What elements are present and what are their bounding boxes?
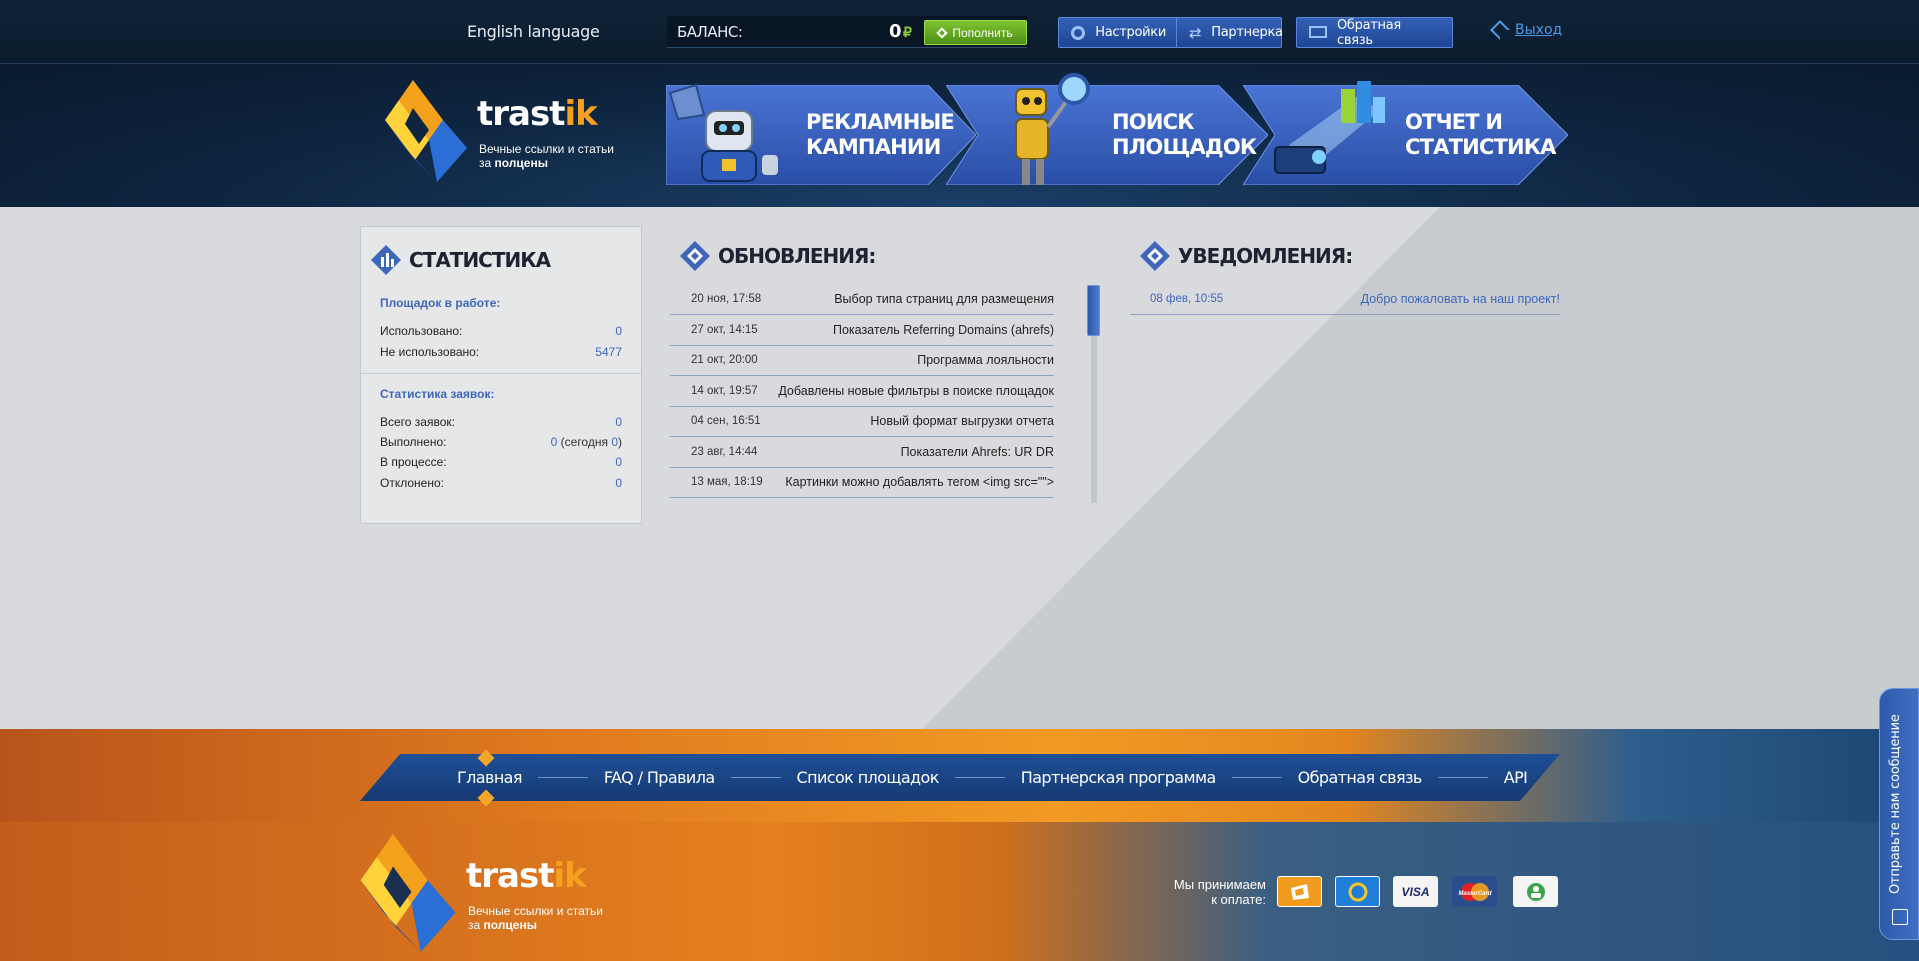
update-item[interactable]: 13 мая, 18:19 Картинки можно добавлять те…	[670, 467, 1054, 498]
nav-separator	[1437, 777, 1488, 778]
statistics-header: СТАТИСТИКА	[371, 245, 551, 275]
nav-separator	[730, 777, 781, 778]
update-item[interactable]: 23 авг, 14:44 Показатели Ahrefs: UR DR	[670, 437, 1054, 468]
updates-header: ОБНОВЛЕНИЯ:	[680, 241, 876, 271]
projector-chart-icon	[1274, 81, 1385, 174]
requests-subtitle: Статистика заявок:	[380, 387, 495, 401]
footer-logo[interactable]: trastik Вечные ссылки и статьи за полцен…	[360, 834, 603, 952]
feedback-button[interactable]: Обратная связь	[1296, 17, 1453, 48]
footer-link-partner[interactable]: Партнерская программа	[1021, 768, 1216, 787]
footer-logo-mark-icon	[360, 834, 456, 952]
update-item[interactable]: 27 окт, 14:15 Показатель Referring Domain…	[670, 315, 1054, 346]
nav-separator	[954, 777, 1005, 778]
topup-label: Пополнить	[952, 25, 1013, 40]
topup-button[interactable]: Пополнить	[924, 20, 1027, 45]
balance-label: БАЛАНС:	[677, 23, 743, 41]
visa-icon[interactable]: VISA	[1393, 876, 1438, 907]
feedback-side-tab[interactable]: Отправьте нам сообщение	[1879, 688, 1919, 940]
banner-site-search-text: ПОИСК ПЛОЩАДОК	[1112, 110, 1257, 159]
banner-site-search[interactable]: ПОИСК ПЛОЩАДОК	[946, 73, 1268, 185]
main-content: СТАТИСТИКА Площадок в работе: Использова…	[0, 207, 1919, 729]
logo[interactable]: trastik Вечные ссылки и статьи за полцен…	[385, 80, 614, 182]
banner-ad-campaigns-text: РЕКЛАМНЫЕ КАМПАНИИ	[806, 110, 955, 159]
updates-scrollbar-thumb[interactable]	[1087, 285, 1100, 336]
message-icon	[1892, 909, 1908, 925]
webmoney-icon[interactable]	[1513, 876, 1558, 907]
stat-total: Всего заявок: 0	[380, 415, 622, 429]
partner-button[interactable]: ⇄ Партнерка	[1176, 17, 1283, 48]
update-item[interactable]: 21 окт, 20:00 Программа лояльности	[670, 345, 1054, 376]
settings-button[interactable]: Настройки	[1058, 17, 1179, 48]
stat-done: Выполнено: 0 (сегодня 0)	[380, 435, 622, 449]
diamond-icon	[936, 26, 949, 39]
header: trastik Вечные ссылки и статьи за полцен…	[0, 64, 1919, 207]
sites-subtitle: Площадок в работе:	[380, 296, 501, 310]
logo-tagline: Вечные ссылки и статьи за полцены	[479, 142, 614, 170]
gear-icon	[1071, 25, 1085, 40]
yandex-money-icon[interactable]	[1277, 876, 1322, 907]
footer: Главная FAQ / Правила Список площадок Па…	[0, 729, 1919, 961]
divider	[361, 373, 641, 374]
footer-link-faq[interactable]: FAQ / Правила	[604, 768, 715, 787]
stat-used: Использовано: 0	[380, 324, 622, 338]
robot-megaphone-icon	[668, 83, 778, 182]
logout-link[interactable]: Выход	[1490, 20, 1563, 40]
feedback-label: Обратная связь	[1337, 17, 1401, 48]
language-switch[interactable]: English language	[467, 22, 600, 41]
payment-label: Мы принимаем к оплате:	[1173, 877, 1266, 907]
footer-link-home[interactable]: Главная	[457, 768, 523, 787]
stat-progress: В процессе: 0	[380, 455, 622, 469]
nav-separator	[537, 777, 588, 778]
footer-logo-text: trastik	[466, 856, 587, 896]
currency-sign: ₽	[903, 24, 912, 40]
update-item[interactable]: 20 ноя, 17:58 Выбор типа страниц для разм…	[670, 284, 1054, 315]
update-item[interactable]: 04 сен, 16:51 Новый формат выгрузки отчет…	[670, 406, 1054, 437]
updates-icon	[680, 241, 710, 271]
stat-unused: Не использовано: 5477	[380, 345, 622, 359]
banner-report-stats-text: ОТЧЕТ И СТАТИСТИКА	[1405, 110, 1556, 159]
feedback-tab-label: Отправьте нам сообщение	[1888, 714, 1903, 894]
settings-label: Настройки	[1095, 25, 1166, 40]
notifications-header: УВЕДОМЛЕНИЯ:	[1140, 241, 1353, 271]
logo-mark-icon	[385, 80, 467, 182]
banner-report-stats[interactable]: ОТЧЕТ И СТАТИСТИКА	[1243, 81, 1568, 185]
stat-rejected: Отклонено: 0	[380, 476, 622, 490]
footer-nav: Главная FAQ / Правила Список площадок Па…	[360, 749, 1560, 807]
footer-nav-items: Главная FAQ / Правила Список площадок Па…	[360, 754, 1560, 801]
banner-ad-campaigns[interactable]: РЕКЛАМНЫЕ КАМПАНИИ	[666, 83, 976, 185]
update-item[interactable]: 14 окт, 19:57 Добавлены новые фильтры в п…	[670, 376, 1054, 407]
mail-icon	[1309, 25, 1327, 40]
footer-link-feedback[interactable]: Обратная связь	[1298, 768, 1423, 787]
footer-link-api[interactable]: API	[1504, 768, 1528, 787]
partner-label: Партнерка	[1211, 25, 1283, 40]
footer-logo-tagline: Вечные ссылки и статьи за полцены	[468, 904, 603, 932]
statistics-panel: СТАТИСТИКА Площадок в работе: Использова…	[360, 226, 642, 524]
mastercard-icon[interactable]: MasterCard	[1452, 876, 1497, 907]
robot-magnifier-icon	[1015, 73, 1090, 185]
logout-icon	[1490, 20, 1510, 40]
footer-link-sites[interactable]: Список площадок	[797, 768, 940, 787]
swap-icon: ⇄	[1189, 23, 1202, 42]
footer-lower	[0, 822, 1919, 961]
top-bar: English language БАЛАНС: 0 ₽ Пополнить Н…	[0, 0, 1919, 64]
nav-separator	[1231, 777, 1282, 778]
statistics-icon	[371, 245, 401, 275]
balance-box: БАЛАНС: 0 ₽ Пополнить	[667, 16, 1027, 48]
svg-text:MasterCard: MasterCard	[1458, 891, 1491, 897]
notifications-icon	[1140, 241, 1170, 271]
notification-item[interactable]: 08 фев, 10:55 Добро пожаловать на наш пр…	[1130, 284, 1560, 315]
balance-amount: 0	[889, 21, 902, 42]
logout-label: Выход	[1515, 22, 1563, 38]
qiwi-icon[interactable]	[1335, 876, 1380, 907]
logo-text: trastik	[477, 94, 598, 134]
